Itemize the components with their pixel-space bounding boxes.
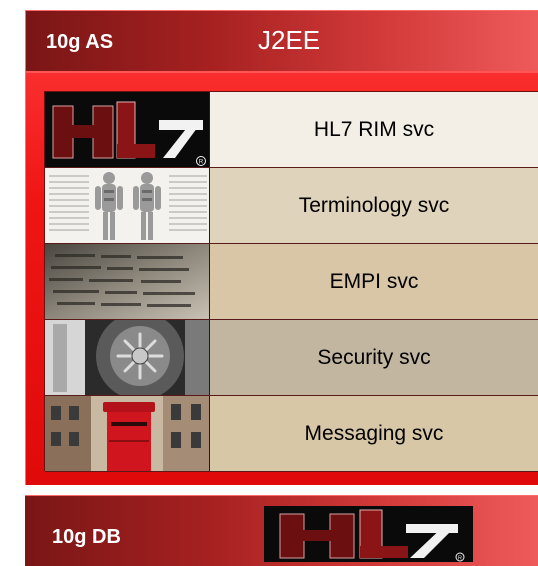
service-label-security: Security svc [210,320,538,395]
app-server-label: 10g AS [46,31,114,53]
svg-text:R: R [458,555,462,561]
hl7-logo-db-image: R [264,506,473,562]
app-server-header: 10g AS J2EE [26,11,538,73]
service-row-hl7-rim: R HL7 RIM svc [45,92,538,168]
vault-door-image [45,320,210,395]
platform-label: J2EE [258,25,321,55]
service-label-messaging: Messaging svc [210,396,538,471]
svg-text:R: R [199,160,204,166]
service-row-messaging: Messaging svc [45,396,538,472]
anatomy-chart-image [45,168,210,243]
printed-records-image [45,244,210,319]
service-row-empi: EMPI svc [45,244,538,320]
services-stack: R HL7 RIM svc Terminology svc EMPI svc S… [44,91,538,472]
database-label: 10g DB [52,526,121,548]
database-panel: 10g DB R [25,495,538,566]
red-postbox-image [45,396,210,471]
service-label-empi: EMPI svc [210,244,538,319]
service-label-terminology: Terminology svc [210,168,538,243]
app-server-panel: 10g AS J2EE R HL7 RIM svc Terminology sv… [25,10,538,485]
service-row-terminology: Terminology svc [45,168,538,244]
service-row-security: Security svc [45,320,538,396]
service-label-hl7-rim: HL7 RIM svc [210,92,538,167]
hl7-logo-image: R [45,92,210,167]
